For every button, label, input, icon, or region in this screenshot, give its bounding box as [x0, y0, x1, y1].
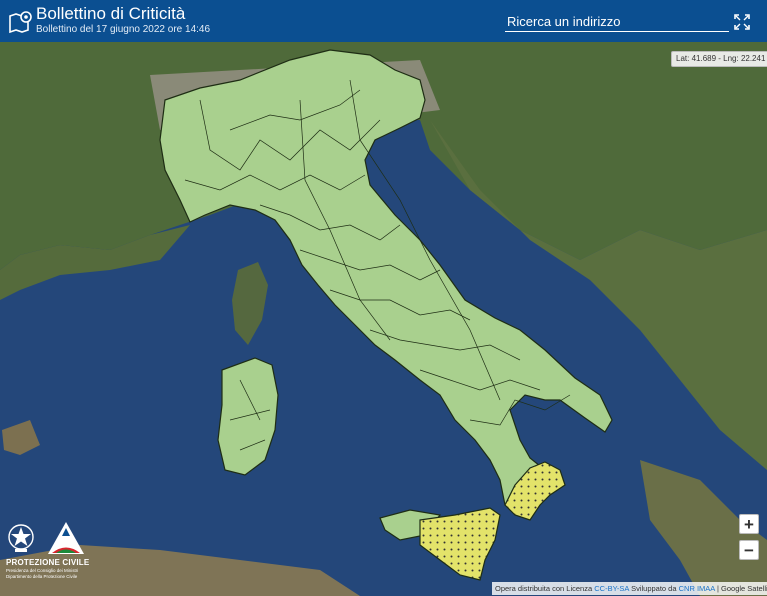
map-attribution: Opera distribuita con Licenza CC-BY-SA S…: [492, 582, 767, 595]
protezione-civile-title: PROTEZIONE CIVILE: [6, 558, 90, 567]
italian-republic-emblem-icon: [8, 524, 34, 552]
attribution-prefix: Opera distribuita con Licenza: [495, 584, 593, 593]
page-title: Bollettino di Criticità: [36, 4, 186, 23]
zoom-out-button[interactable]: −: [739, 540, 759, 560]
protezione-civile-logo[interactable]: PROTEZIONE CIVILE Presidenza del Consigl…: [4, 518, 90, 586]
logo-line-2: Dipartimento della Protezione Civile: [6, 573, 78, 579]
attribution-separator: |: [716, 584, 719, 593]
map-pin-icon: [9, 11, 32, 34]
developer-link[interactable]: CNR IMAA: [679, 584, 715, 593]
license-link[interactable]: CC-BY-SA: [594, 584, 629, 593]
app-header: Bollettino di Criticità Bollettino del 1…: [0, 0, 767, 42]
protezione-civile-triangle-icon: [48, 522, 84, 554]
developer-prefix: Sviluppato da: [631, 584, 677, 593]
address-search-input[interactable]: [505, 12, 729, 32]
logo-line-1: Presidenza del Consiglio dei Ministri: [6, 568, 79, 573]
bulletin-date: Bollettino del 17 giugno 2022 ore 14:46: [36, 24, 211, 35]
protezione-civile-subtitle: Presidenza del Consiglio dei Ministri Di…: [6, 568, 78, 579]
satellite-map[interactable]: [0, 0, 767, 596]
fullscreen-expand-icon[interactable]: [734, 14, 750, 30]
zoom-in-button[interactable]: +: [739, 514, 759, 534]
tiles-source: Google Satellite: [721, 584, 767, 593]
coordinate-readout: Lat: 41.689 - Lng: 22.241: [671, 51, 767, 67]
